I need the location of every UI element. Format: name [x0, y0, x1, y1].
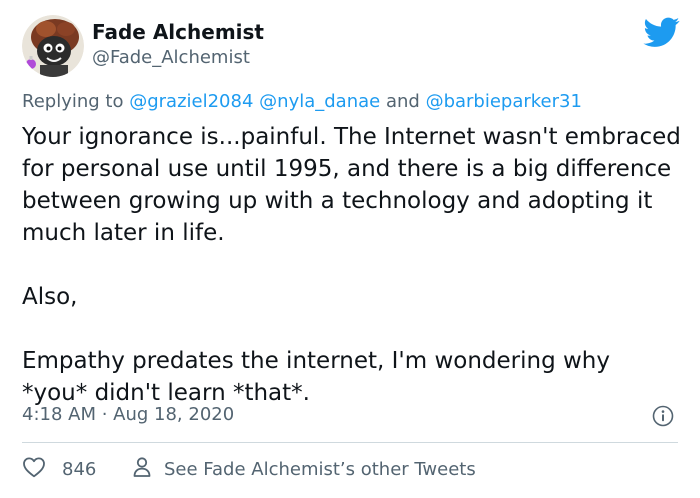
tweet-card: Fade Alchemist @Fade_Alchemist Replying … — [0, 0, 700, 498]
tweet-paragraph: Your ignorance is...painful. The Interne… — [22, 124, 681, 246]
tweet-paragraph: Empathy predates the internet, I'm wonde… — [22, 348, 610, 406]
other-tweets-link[interactable]: See Fade Alchemist’s other Tweets — [132, 456, 476, 482]
like-count: 846 — [62, 458, 97, 480]
author-name[interactable]: Fade Alchemist — [92, 20, 264, 44]
avatar[interactable] — [22, 15, 84, 77]
avatar-image — [22, 15, 84, 77]
reply-prefix: Replying to — [22, 91, 124, 112]
mention-link[interactable]: @graziel2084 — [129, 91, 253, 112]
mention-link[interactable]: @barbieparker31 — [426, 91, 582, 112]
divider — [22, 442, 678, 443]
tweet-timestamp[interactable]: 4:18 AM · Aug 18, 2020 — [22, 403, 234, 427]
info-icon[interactable] — [652, 405, 674, 427]
twitter-bird-icon[interactable] — [642, 14, 682, 50]
tweet-paragraph: Also, — [22, 284, 78, 310]
reply-conjunction: and — [385, 91, 420, 112]
person-icon — [132, 456, 152, 482]
like-button[interactable]: 846 — [22, 456, 96, 482]
author-handle[interactable]: @Fade_Alchemist — [92, 47, 250, 69]
other-tweets-label: See Fade Alchemist’s other Tweets — [164, 458, 476, 480]
mention-link[interactable]: @nyla_danae — [259, 91, 380, 112]
heart-icon — [22, 456, 46, 482]
tweet-text: Your ignorance is...painful. The Interne… — [22, 121, 682, 409]
reply-context: Replying to @graziel2084 @nyla_danae and… — [22, 90, 582, 114]
